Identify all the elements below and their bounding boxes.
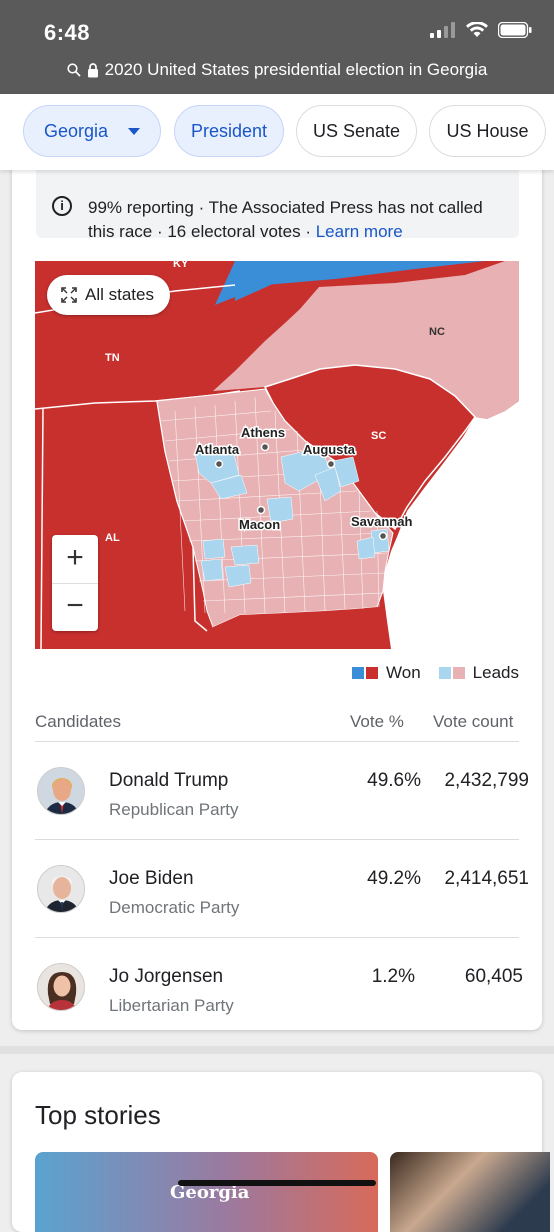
state-label-sc: SC (371, 430, 386, 442)
battery-icon (498, 22, 532, 38)
chip-us-senate[interactable]: US Senate (296, 105, 417, 157)
candidate-name: Donald Trump (109, 770, 229, 791)
learn-more-link[interactable]: Learn more (316, 222, 403, 241)
status-icons (430, 22, 532, 38)
avatar-trump (37, 767, 85, 815)
candidate-party: Republican Party (109, 800, 239, 819)
header-vote-count: Vote count (433, 712, 514, 731)
vote-count: 2,432,799 (444, 770, 529, 791)
dropdown-arrow-icon (128, 127, 141, 135)
avatar-biden (37, 865, 85, 913)
state-label-nc: NC (429, 326, 445, 338)
section-divider (0, 1046, 554, 1054)
state-label-tn: TN (105, 352, 120, 364)
status-time: 6:48 (44, 20, 91, 45)
candidate-name: Jo Jorgensen (109, 966, 224, 987)
story-thumbnail-2[interactable] (390, 1152, 550, 1232)
election-results-card: i 99% reporting · The Associated Press h… (12, 150, 542, 1030)
chip-label: Georgia (43, 120, 109, 141)
wifi-icon (466, 22, 488, 37)
chip-georgia[interactable]: Georgia (23, 105, 161, 157)
url-text: 2020 United States presidential election… (104, 60, 488, 79)
chip-label: US House (446, 120, 529, 141)
svg-text:Atlanta: Atlanta (195, 442, 240, 457)
svg-text:Augusta: Augusta (303, 442, 356, 457)
results-table-header: Candidates Vote % Vote count (35, 710, 519, 742)
vote-percent: 1.2% (371, 966, 415, 987)
map-graphic: KY TN NC SC AL Atlanta Athens Augusta Ma… (35, 261, 519, 649)
signal-icon (430, 22, 455, 38)
chip-president[interactable]: President (174, 105, 284, 157)
zoom-in-button[interactable]: + (52, 535, 98, 583)
swatch-dem-won (352, 667, 365, 679)
chip-us-house[interactable]: US House (429, 105, 546, 157)
swatch-rep-leads (452, 667, 465, 679)
candidate-party: Democratic Party (109, 898, 240, 917)
home-indicator[interactable] (178, 1180, 376, 1186)
top-stories-title: Top stories (35, 1100, 161, 1130)
vote-percent: 49.6% (367, 770, 421, 791)
swatch-dem-leads (438, 667, 451, 679)
vote-count: 2,414,651 (444, 868, 529, 889)
top-stories-card: Top stories Georgia (12, 1072, 550, 1232)
state-label-al: AL (105, 532, 120, 544)
reporting-notice: i 99% reporting · The Associated Press h… (36, 170, 519, 241)
candidate-party: Libertarian Party (109, 996, 234, 1015)
chip-label: President (190, 120, 268, 141)
legend-leads: Leads (472, 663, 519, 682)
zoom-out-button[interactable]: − (52, 583, 98, 631)
svg-text:Macon: Macon (239, 517, 280, 532)
chip-label: US Senate (312, 120, 401, 141)
header-vote-pct: Vote % (350, 712, 404, 731)
table-row[interactable]: Donald Trump Republican Party 49.6% 2,43… (35, 742, 529, 840)
table-row[interactable]: Jo Jorgensen Libertarian Party 1.2% 60,4… (35, 938, 523, 1030)
header-candidates: Candidates (35, 712, 122, 731)
info-icon: i (52, 196, 72, 216)
all-states-label: All states (85, 285, 154, 304)
all-states-button[interactable]: All states (47, 275, 170, 315)
table-row[interactable]: Joe Biden Democratic Party 49.2% 2,414,6… (35, 840, 529, 938)
svg-text:Savannah: Savannah (351, 514, 412, 529)
swatch-rep-won (366, 667, 379, 679)
legend-won: Won (386, 663, 421, 682)
state-label-ky: KY (173, 261, 189, 270)
election-map[interactable]: KY TN NC SC AL Atlanta Athens Augusta Ma… (35, 261, 519, 649)
url-bar[interactable]: 2020 United States presidential election… (0, 56, 554, 94)
avatar-jorgensen (37, 963, 85, 1011)
expand-icon (61, 287, 77, 303)
svg-text:Athens: Athens (241, 425, 285, 440)
story-thumbnail-1[interactable]: Georgia (35, 1152, 378, 1232)
map-legend: Won Leads (352, 663, 519, 683)
notice-text: 99% reporting · The Associated Press has… (88, 198, 483, 241)
vote-count: 60,405 (464, 966, 523, 987)
status-bar: 6:48 (0, 0, 554, 56)
vote-percent: 49.2% (367, 868, 421, 889)
zoom-controls: + − (52, 535, 98, 631)
lock-icon (87, 62, 98, 77)
candidate-name: Joe Biden (109, 868, 194, 889)
filter-chips: Georgia President US Senate US House (0, 94, 554, 170)
search-icon (67, 63, 81, 77)
